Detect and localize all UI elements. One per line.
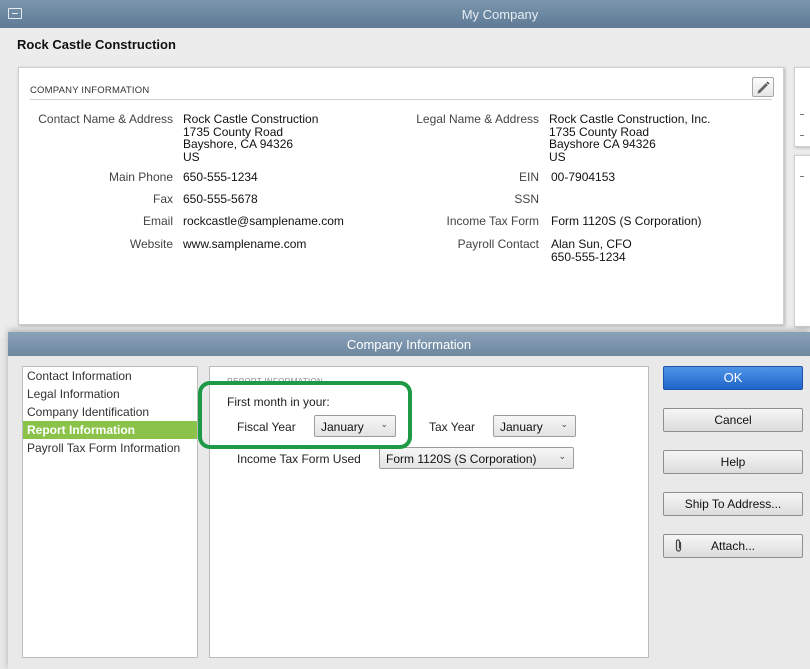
section-label: COMPANY INFORMATION [30, 85, 150, 96]
nav-contact-information[interactable]: Contact Information [23, 367, 197, 385]
chevron-down-icon: ⌄ [560, 419, 568, 429]
divider [30, 99, 772, 100]
legal-address-label: Legal Name & Address [416, 112, 539, 126]
income-tax-form-used-value: Form 1120S (S Corporation) [386, 452, 537, 466]
legal-address-line: US [549, 149, 566, 164]
main-phone-value: 650-555-1234 [183, 170, 258, 184]
side-panel-card [794, 155, 810, 327]
highlight-annotation [198, 381, 412, 449]
pencil-icon [757, 81, 770, 94]
contact-address-label: Contact Name & Address [38, 112, 173, 126]
contact-address-value: Rock Castle Construction 1735 County Roa… [183, 113, 318, 163]
nav-company-identification[interactable]: Company Identification [23, 403, 197, 421]
income-tax-form-dropdown[interactable]: Form 1120S (S Corporation) ⌄ [379, 447, 574, 469]
company-information-dialog: Company Information Contact Information … [8, 332, 810, 669]
legal-address-line: Bayshore CA 94326 [549, 137, 656, 151]
nav-report-information[interactable]: Report Information [23, 421, 197, 439]
website-label: Website [129, 237, 173, 251]
company-name-heading: Rock Castle Construction [17, 37, 176, 52]
cancel-button[interactable]: Cancel [663, 408, 803, 432]
income-tax-form-value: Form 1120S (S Corporation) [551, 214, 702, 228]
main-phone-label: Main Phone [108, 170, 173, 184]
payroll-contact-value: Alan Sun, CFO 650-555-1234 [551, 238, 632, 263]
contact-address-line: Rock Castle Construction [183, 112, 319, 126]
email-value: rockcastle@samplename.com [183, 214, 344, 228]
nav-payroll-tax-form-information[interactable]: Payroll Tax Form Information [23, 439, 197, 457]
income-tax-form-used-label: Income Tax Form Used [237, 452, 361, 466]
contact-address-line: US [183, 149, 200, 164]
help-button[interactable]: Help [663, 450, 803, 474]
website-value: www.samplename.com [183, 237, 307, 251]
fax-label: Fax [152, 192, 173, 206]
window-title: My Company [461, 7, 539, 22]
tax-year-label: Tax Year [429, 420, 476, 434]
ok-button[interactable]: OK [663, 366, 803, 390]
dialog-nav: Contact Information Legal Information Co… [22, 366, 198, 658]
income-tax-form-label: Income Tax Form [446, 214, 539, 228]
ssn-label: SSN [514, 192, 539, 206]
chevron-down-icon: ⌄ [558, 451, 566, 461]
title-bar: My Company [0, 0, 810, 28]
fax-value: 650-555-5678 [183, 192, 258, 206]
paperclip-icon [675, 539, 682, 552]
attach-label: Attach... [710, 539, 756, 553]
attach-button[interactable]: Attach... [663, 534, 803, 558]
payroll-contact-line: 650-555-1234 [551, 249, 626, 264]
ship-to-address-button[interactable]: Ship To Address... [663, 492, 803, 516]
edit-company-info-button[interactable] [752, 77, 774, 97]
email-label: Email [142, 214, 173, 228]
ein-label: EIN [518, 170, 539, 184]
contact-address-line: Bayshore, CA 94326 [183, 137, 294, 151]
legal-address-value: Rock Castle Construction, Inc. 1735 Coun… [549, 113, 710, 163]
ein-value: 00-7904153 [551, 170, 616, 184]
tax-year-value: January [500, 420, 543, 434]
legal-address-line: Rock Castle Construction, Inc. [549, 112, 711, 126]
payroll-contact-label: Payroll Contact [457, 237, 539, 251]
dialog-title: Company Information [8, 332, 810, 356]
payroll-contact-line: Alan Sun, CFO [551, 237, 632, 251]
company-information-card: COMPANY INFORMATION Contact Name & Addre… [18, 67, 784, 325]
side-panel-card [794, 67, 810, 147]
tax-year-dropdown[interactable]: January ⌄ [493, 415, 576, 437]
nav-legal-information[interactable]: Legal Information [23, 385, 197, 403]
